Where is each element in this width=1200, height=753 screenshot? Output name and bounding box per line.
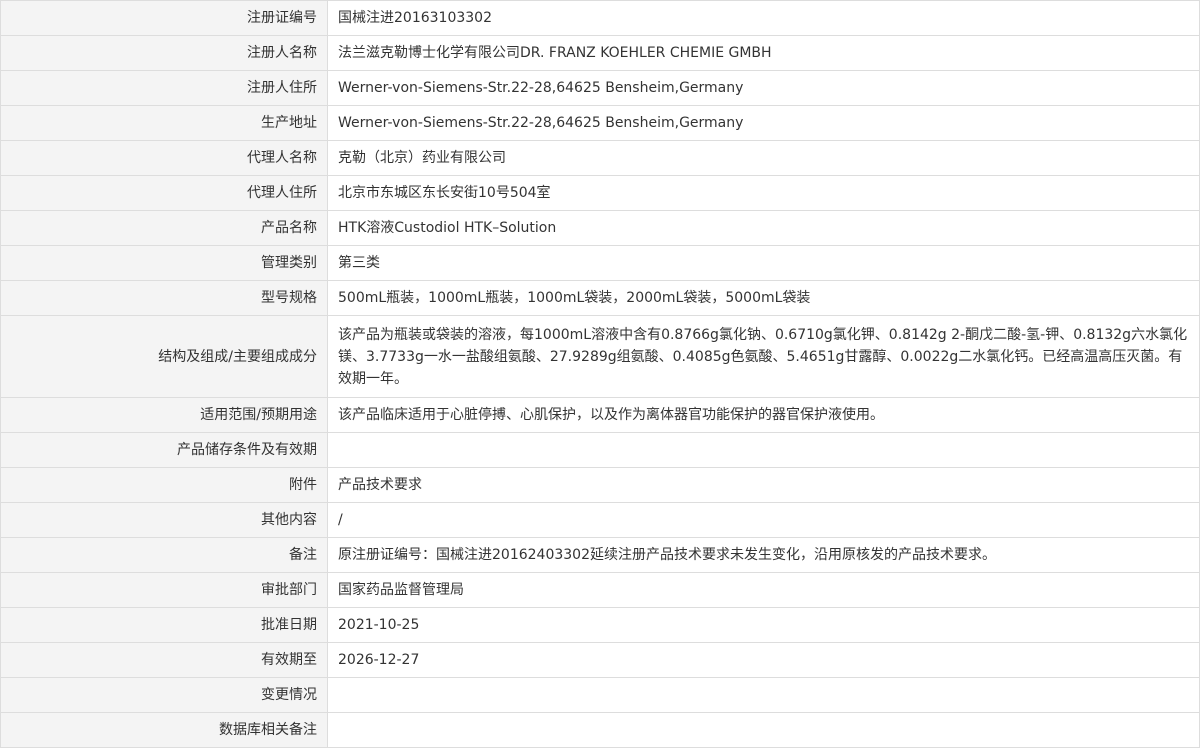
row-approval-date: 批准日期 2021-10-25 [0, 607, 1200, 643]
field-value: 原注册证编号：国械注进20162403302延续注册产品技术要求未发生变化，沿用… [327, 537, 1200, 573]
field-value: 克勒（北京）药业有限公司 [327, 140, 1200, 176]
row-remarks: 备注 原注册证编号：国械注进20162403302延续注册产品技术要求未发生变化… [0, 537, 1200, 573]
row-management-category: 管理类别 第三类 [0, 245, 1200, 281]
row-model-spec: 型号规格 500mL瓶装，1000mL瓶装，1000mL袋装，2000mL袋装，… [0, 280, 1200, 316]
row-production-address: 生产地址 Werner-von-Siemens-Str.22-28,64625 … [0, 105, 1200, 141]
row-registration-number: 注册证编号 国械注进20163103302 [0, 0, 1200, 36]
row-agent-address: 代理人住所 北京市东城区东长安街10号504室 [0, 175, 1200, 211]
field-value [327, 712, 1200, 748]
field-label: 变更情况 [0, 677, 328, 713]
field-value: 第三类 [327, 245, 1200, 281]
row-change-status: 变更情况 [0, 677, 1200, 713]
field-value: 该产品临床适用于心脏停搏、心肌保护，以及作为离体器官功能保护的器官保护液使用。 [327, 397, 1200, 433]
field-value: Werner-von-Siemens-Str.22-28,64625 Bensh… [327, 105, 1200, 141]
field-label: 产品名称 [0, 210, 328, 246]
field-label: 附件 [0, 467, 328, 503]
field-value: 国家药品监督管理局 [327, 572, 1200, 608]
field-label: 代理人名称 [0, 140, 328, 176]
field-label: 批准日期 [0, 607, 328, 643]
field-label: 结构及组成/主要组成成分 [0, 315, 328, 398]
field-value [327, 677, 1200, 713]
field-label: 生产地址 [0, 105, 328, 141]
row-agent-name: 代理人名称 克勒（北京）药业有限公司 [0, 140, 1200, 176]
field-value [327, 432, 1200, 468]
field-value: Werner-von-Siemens-Str.22-28,64625 Bensh… [327, 70, 1200, 106]
field-value: 国械注进20163103302 [327, 0, 1200, 36]
field-value: HTK溶液Custodiol HTK–Solution [327, 210, 1200, 246]
row-valid-until: 有效期至 2026-12-27 [0, 642, 1200, 678]
field-value: 该产品为瓶装或袋装的溶液，每1000mL溶液中含有0.8766g氯化钠、0.67… [327, 315, 1200, 398]
field-value: 500mL瓶装，1000mL瓶装，1000mL袋装，2000mL袋装，5000m… [327, 280, 1200, 316]
row-approval-department: 审批部门 国家药品监督管理局 [0, 572, 1200, 608]
registration-info-table: 注册证编号 国械注进20163103302 注册人名称 法兰滋克勒博士化学有限公… [0, 0, 1200, 748]
row-product-name: 产品名称 HTK溶液Custodiol HTK–Solution [0, 210, 1200, 246]
field-value: 2021-10-25 [327, 607, 1200, 643]
row-composition: 结构及组成/主要组成成分 该产品为瓶装或袋装的溶液，每1000mL溶液中含有0.… [0, 315, 1200, 398]
field-label: 注册人名称 [0, 35, 328, 71]
field-label: 其他内容 [0, 502, 328, 538]
field-label: 有效期至 [0, 642, 328, 678]
row-registrant-address: 注册人住所 Werner-von-Siemens-Str.22-28,64625… [0, 70, 1200, 106]
field-value: 北京市东城区东长安街10号504室 [327, 175, 1200, 211]
field-value: 2026-12-27 [327, 642, 1200, 678]
field-label: 数据库相关备注 [0, 712, 328, 748]
row-storage-conditions: 产品储存条件及有效期 [0, 432, 1200, 468]
field-label: 代理人住所 [0, 175, 328, 211]
field-label: 型号规格 [0, 280, 328, 316]
field-label: 审批部门 [0, 572, 328, 608]
field-value: / [327, 502, 1200, 538]
field-label: 注册人住所 [0, 70, 328, 106]
row-database-remarks: 数据库相关备注 [0, 712, 1200, 748]
row-other-content: 其他内容 / [0, 502, 1200, 538]
row-attachment: 附件 产品技术要求 [0, 467, 1200, 503]
field-label: 适用范围/预期用途 [0, 397, 328, 433]
field-value: 法兰滋克勒博士化学有限公司DR. FRANZ KOEHLER CHEMIE GM… [327, 35, 1200, 71]
field-label: 备注 [0, 537, 328, 573]
field-value: 产品技术要求 [327, 467, 1200, 503]
row-intended-use: 适用范围/预期用途 该产品临床适用于心脏停搏、心肌保护，以及作为离体器官功能保护… [0, 397, 1200, 433]
field-label: 管理类别 [0, 245, 328, 281]
field-label: 产品储存条件及有效期 [0, 432, 328, 468]
field-label: 注册证编号 [0, 0, 328, 36]
row-registrant-name: 注册人名称 法兰滋克勒博士化学有限公司DR. FRANZ KOEHLER CHE… [0, 35, 1200, 71]
